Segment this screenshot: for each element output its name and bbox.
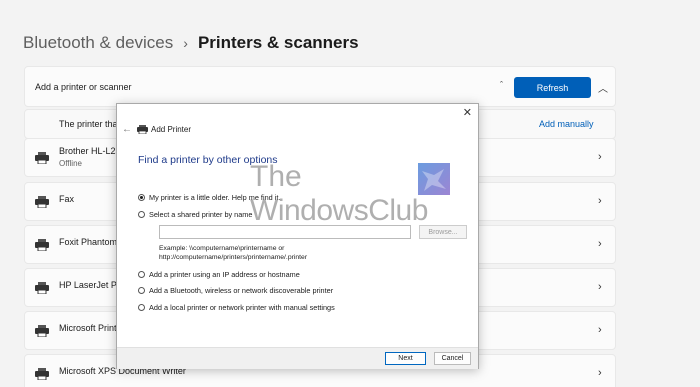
add-printer-label: Add a printer or scanner <box>35 82 132 92</box>
shared-printer-input[interactable] <box>159 225 411 239</box>
add-printer-dialog: ✕ ← Add Printer Find a printer by other … <box>116 103 479 369</box>
radio-label: Add a local printer or network printer w… <box>149 303 335 312</box>
cancel-button[interactable]: Cancel <box>434 352 471 365</box>
printer-icon <box>35 152 49 164</box>
dialog-heading: Find a printer by other options <box>138 154 278 166</box>
dialog-title: Add Printer <box>151 125 192 134</box>
fax-icon <box>35 196 49 208</box>
add-manually-link[interactable]: Add manually <box>539 119 594 129</box>
printer-icon <box>137 125 148 134</box>
radio-local-printer[interactable]: Add a local printer or network printer w… <box>138 303 335 312</box>
radio-icon <box>138 304 145 311</box>
radio-label: My printer is a little older. Help me fi… <box>149 193 281 202</box>
back-arrow-icon[interactable]: ← <box>122 124 132 135</box>
radio-ip-address[interactable]: Add a printer using an IP address or hos… <box>138 270 300 279</box>
browse-button[interactable]: Browse... <box>419 225 467 239</box>
radio-selected-icon <box>138 194 145 201</box>
radio-label: Add a printer using an IP address or hos… <box>149 270 300 279</box>
radio-label: Select a shared printer by name <box>149 210 253 219</box>
printer-icon <box>35 282 49 294</box>
printer-status: Offline <box>59 159 82 168</box>
radio-older-printer[interactable]: My printer is a little older. Help me fi… <box>138 193 280 202</box>
chevron-right-icon: › <box>598 324 602 336</box>
example-line-2: http://computername/printers/printername… <box>159 254 308 261</box>
breadcrumb-parent[interactable]: Bluetooth & devices <box>23 33 173 53</box>
page-title: Printers & scanners <box>197 33 359 52</box>
example-line-1: Example: \\computername\printername or <box>159 245 285 252</box>
printer-name: Fax <box>59 194 75 204</box>
printer-icon <box>35 239 49 251</box>
add-printer-row: Add a printer or scanner ˆ Refresh ︿ <box>24 66 616 107</box>
chevron-right-icon: › <box>598 238 602 250</box>
close-icon[interactable]: ✕ <box>463 106 472 119</box>
next-button[interactable]: Next <box>385 352 426 365</box>
printer-name: HP LaserJet Pro <box>59 280 125 290</box>
chevron-right-icon: › <box>598 195 602 207</box>
radio-bluetooth-wireless[interactable]: Add a Bluetooth, wireless or network dis… <box>138 286 333 295</box>
radio-label: Add a Bluetooth, wireless or network dis… <box>149 286 334 295</box>
printer-name: Foxit PhantomP <box>59 237 124 247</box>
radio-icon <box>138 211 145 218</box>
breadcrumb-separator-icon: › <box>183 35 188 51</box>
chevron-right-icon: › <box>598 367 602 379</box>
printer-check-icon <box>35 325 49 337</box>
printer-not-listed-text: The printer that <box>59 119 121 129</box>
example-text: Example: \\computername\printername or h… <box>159 244 307 262</box>
radio-shared-printer[interactable]: Select a shared printer by name <box>138 210 252 219</box>
radio-icon <box>138 287 145 294</box>
loading-indicator-icon: ˆ <box>500 80 503 90</box>
printer-check-icon <box>35 368 49 380</box>
chevron-right-icon: › <box>598 151 602 163</box>
breadcrumb: Bluetooth & devices › Printers & scanner… <box>23 33 359 53</box>
refresh-button[interactable]: Refresh <box>514 77 591 98</box>
printer-name: Microsoft Print <box>59 323 117 333</box>
chevron-right-icon: › <box>598 281 602 293</box>
chevron-up-icon[interactable]: ︿ <box>598 80 608 95</box>
radio-icon <box>138 271 145 278</box>
